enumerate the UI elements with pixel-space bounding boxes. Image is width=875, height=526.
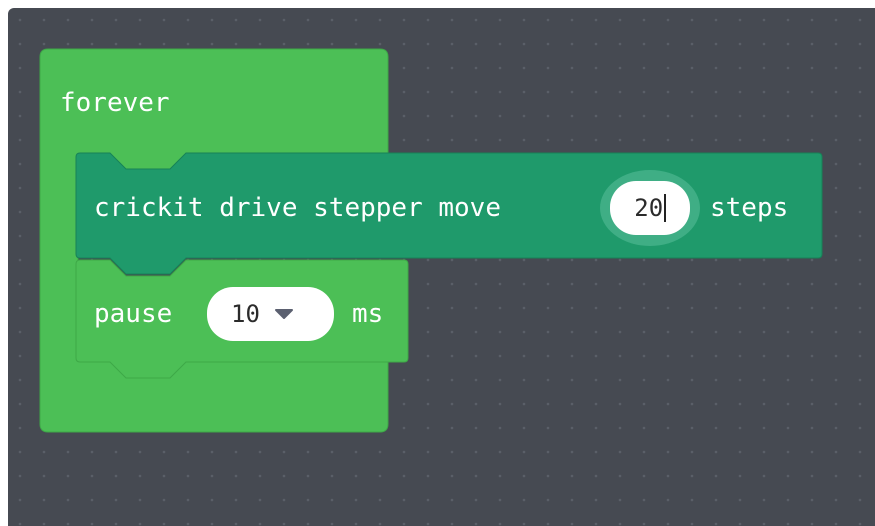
blocks-canvas <box>39 48 823 433</box>
pause-duration-value: 10 <box>231 300 260 328</box>
pause-label: pause <box>94 299 173 329</box>
stepper-steps-input[interactable]: 20 <box>610 181 690 235</box>
triangle-down-icon <box>274 309 293 319</box>
stepper-steps-value: 20 <box>634 194 664 222</box>
stepper-suffix-label: steps <box>710 193 789 223</box>
stepper-label: crickit drive stepper move <box>94 193 501 223</box>
forever-label: forever <box>60 88 170 118</box>
pause-unit-label: ms <box>352 299 384 329</box>
text-caret <box>664 194 666 222</box>
pause-duration-dropdown[interactable]: 10 <box>207 287 334 341</box>
